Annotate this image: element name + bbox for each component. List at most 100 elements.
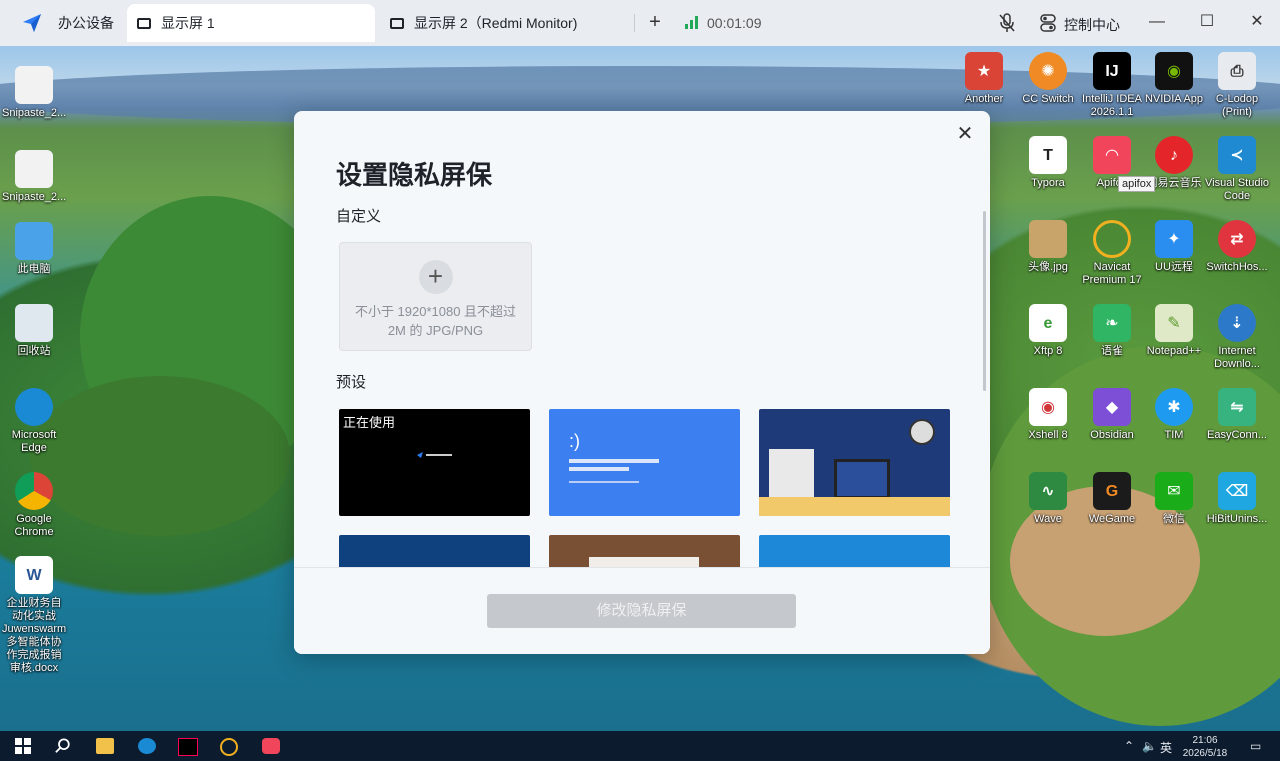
text-line [569,481,639,483]
custom-section-label: 自定义 [336,208,382,225]
icon-label: Another [964,93,1004,105]
navicat-icon[interactable] [220,738,238,756]
icon-label: HiBitUnins... [1206,513,1268,525]
text-line [569,467,629,471]
icon-label: 微信 [1163,513,1185,525]
icon-label: NVIDIA App [1144,93,1204,105]
icon-label: Visual Studio Code [1205,177,1270,202]
save-screensaver-button[interactable]: 修改隐私屏保 [487,594,796,628]
tab-divider [634,14,635,32]
desktop-icon-switchhosts[interactable]: ⇄ SwitchHos... [1205,220,1269,274]
desktop-icon-obsidian[interactable]: ◆ Obsidian [1080,388,1144,442]
notepadpp-icon: ✎ [1155,304,1193,342]
icon-label: SwitchHos... [1206,261,1268,273]
minimize-button[interactable]: — [1148,13,1166,31]
apifox-icon: ◠ [1093,136,1131,174]
icon-label: 回收站 [17,345,51,357]
desktop-icon-docx[interactable]: W 企业财务自动化实战 Juwenswarm 多智能体协作完成报销审核.docx [2,556,66,675]
maximize-button[interactable]: ☐ [1198,13,1216,31]
desktop-icon-snipaste-2[interactable]: Snipaste_2... [2,150,66,204]
control-center-icon[interactable] [1040,14,1056,32]
desktop-icon-notepadpp[interactable]: ✎ Notepad++ [1142,304,1206,358]
desktop-icon-recycle-bin[interactable]: 回收站 [2,304,66,358]
add-tab-button[interactable]: + [645,12,665,32]
tab-label: 显示屏 2（Redmi Monitor) [414,15,578,31]
top-toolbar: 办公设备 显示屏 1 显示屏 2（Redmi Monitor) + 00:01:… [0,0,1280,46]
tray-chevron-icon[interactable]: ⌃ [1124,739,1134,753]
desktop-icon-this-pc[interactable]: 此电脑 [2,222,66,276]
desktop-icon-cc-switch[interactable]: ✺ CC Switch [1016,52,1080,106]
system-clock[interactable]: 21:06 2026/5/18 [1181,734,1229,760]
icon-label: Xftp 8 [1033,345,1063,357]
desktop-icon-easyconnect[interactable]: ⇋ EasyConn... [1205,388,1269,442]
desktop-icon-avatar-jpg[interactable]: 头像.jpg [1016,220,1080,274]
computer-icon [15,222,53,260]
cc-switch-icon: ✺ [1029,52,1067,90]
brand-logo-icon [417,452,452,458]
desktop-icon-chrome[interactable]: Google Chrome [2,472,66,539]
desktop-icon-wechat[interactable]: ✉ 微信 [1142,472,1206,526]
dialog-close-button[interactable]: ✕ [956,124,974,144]
desktop-icon-nvidia[interactable]: ◉ NVIDIA App [1142,52,1206,106]
apifox-icon[interactable] [262,738,280,754]
yuque-icon: ❧ [1093,304,1131,342]
switchhosts-icon: ⇄ [1218,220,1256,258]
search-icon[interactable] [54,738,72,754]
desktop-icon-xftp[interactable]: e Xftp 8 [1016,304,1080,358]
notification-icon[interactable]: ▭ [1250,739,1261,753]
mic-muted-icon[interactable] [999,13,1015,33]
desktop-icon-tim[interactable]: ✱ TIM [1142,388,1206,442]
apifox-tooltip: apifox [1118,176,1156,192]
desktop-icon-snipaste-1[interactable]: Snipaste_2... [2,66,66,120]
desktop-icon-vscode[interactable]: ≺ Visual Studio Code [1205,136,1269,203]
icon-label: Snipaste_2... [2,107,67,119]
desktop-icon-hibit[interactable]: ⌫ HiBitUnins... [1205,472,1269,526]
desktop-icon-navicat[interactable]: Navicat Premium 17 [1080,220,1144,287]
desktop-icon-typora[interactable]: T Typora [1016,136,1080,190]
easyconnect-icon: ⇋ [1218,388,1256,426]
image-file-icon [1029,220,1067,258]
preset-section-label: 预设 [336,374,367,391]
clock-time: 21:06 [1192,735,1218,746]
dialog-scrollbar[interactable] [983,211,986,391]
word-doc-icon: W [15,556,53,594]
preset-black[interactable]: 正在使用 [339,409,530,516]
windows-start-icon[interactable] [14,738,32,754]
edge-icon[interactable] [138,738,156,754]
text-line [569,459,659,463]
preset-blue-screen[interactable]: :) [549,409,740,516]
intellij-icon[interactable] [178,738,198,756]
ime-indicator[interactable]: 英 [1160,739,1172,756]
app-name: 办公设备 [58,15,114,31]
preset-office-illustration[interactable] [759,409,950,516]
desktop-icon-intellij[interactable]: IJ IntelliJ IDEA 2026.1.1 [1080,52,1144,119]
another-icon: ★ [965,52,1003,90]
desktop-icon-wave[interactable]: ∿ Wave [1016,472,1080,526]
file-explorer-icon[interactable] [96,738,114,754]
close-window-button[interactable]: ✕ [1248,13,1266,31]
privacy-screensaver-dialog: ✕ 设置隐私屏保 自定义 + 不小于 1920*1080 且不超过 2M 的 J… [294,111,990,654]
desktop-icon-idm[interactable]: ⇣ Internet Downlo... [1205,304,1269,371]
intellij-icon: IJ [1093,52,1131,90]
icon-label: 头像.jpg [1028,261,1068,273]
desktop-icon-wegame[interactable]: G WeGame [1080,472,1144,526]
green-headland [30,376,290,536]
app-logo-icon [23,14,41,32]
control-center-button[interactable]: 控制中心 [1064,15,1120,35]
tab-display-2[interactable]: 显示屏 2（Redmi Monitor) [380,4,630,42]
desktop-icon-another[interactable]: ★ Another [952,52,1016,106]
upload-image-button[interactable]: + 不小于 1920*1080 且不超过 2M 的 JPG/PNG [339,242,532,351]
desktop-icon-edge[interactable]: Microsoft Edge [2,388,66,455]
desktop-icon-yuque[interactable]: ❧ 语雀 [1080,304,1144,358]
icon-label: Typora [1031,177,1065,189]
icon-label: WeGame [1088,513,1136,525]
desktop-icon-xshell[interactable]: ◉ Xshell 8 [1016,388,1080,442]
speaker-icon[interactable]: 🔈 [1142,739,1157,753]
monitor-icon [390,17,404,29]
sad-face-caption: :) [569,431,580,451]
desktop-icon-clodop[interactable]: ⎙ C-Lodop (Print) [1205,52,1269,119]
desktop-icon-uu-remote[interactable]: ✦ UU远程 [1142,220,1206,274]
icon-label: 语雀 [1101,345,1123,357]
tab-display-1[interactable]: 显示屏 1 [127,4,375,42]
wechat-icon: ✉ [1155,472,1193,510]
